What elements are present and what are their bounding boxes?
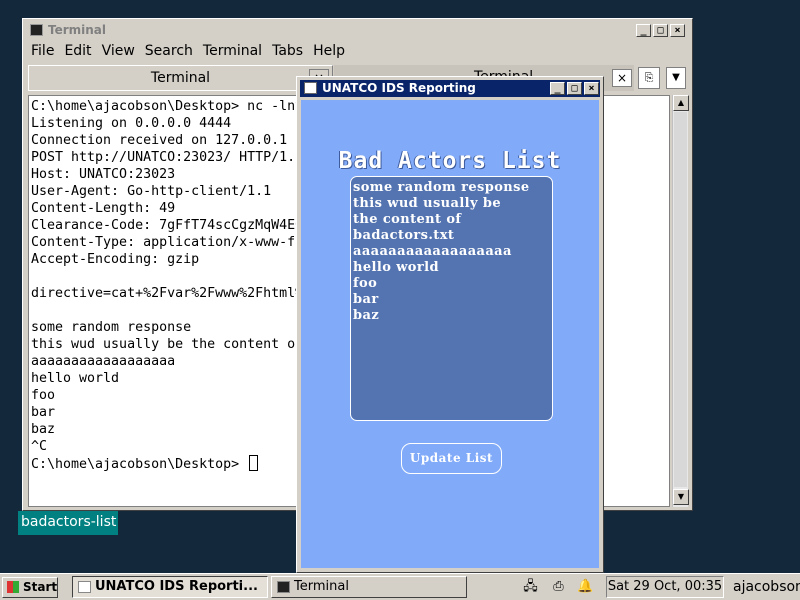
menu-search[interactable]: Search — [140, 43, 198, 59]
terminal-icon — [277, 581, 290, 593]
list-item: this wud usually be — [353, 196, 502, 211]
unatco-client-area: Bad Actors List some random response this… — [301, 100, 599, 568]
unatco-app-icon — [304, 82, 317, 94]
new-tab-icon[interactable]: ⎘ — [638, 67, 660, 89]
unatco-title: UNATCO IDS Reporting — [322, 81, 476, 95]
menu-help[interactable]: Help — [308, 43, 350, 59]
minimize-button[interactable]: _ — [550, 82, 565, 95]
terminal-title-bar[interactable]: Terminal _ □ × — [26, 22, 689, 39]
tab-menu-chevron-icon[interactable]: ▼ — [666, 67, 686, 89]
start-label: Start — [23, 580, 58, 594]
terminal-scrollbar[interactable]: ▲ ▼ — [672, 95, 689, 507]
scroll-up-icon[interactable]: ▲ — [673, 95, 689, 111]
taskbar-item-terminal[interactable]: Terminal — [271, 576, 467, 598]
start-button[interactable]: Start — [2, 577, 58, 598]
close-button[interactable]: × — [670, 24, 685, 37]
terminal-app-icon — [30, 24, 43, 36]
list-item: some random response — [353, 180, 530, 195]
list-item: badactors.txt — [353, 228, 455, 243]
scroll-down-icon[interactable]: ▼ — [673, 489, 689, 505]
taskbar: Start UNATCO IDS Reporti... Terminal 🖧 ⎙… — [0, 573, 800, 600]
list-item: baz — [353, 308, 380, 323]
menu-edit[interactable]: Edit — [59, 43, 96, 59]
terminal-menubar: File Edit View Search Terminal Tabs Help — [26, 40, 350, 62]
network-icon[interactable]: 🖧 — [522, 579, 539, 595]
username: ajacobson — [733, 579, 800, 595]
tab-label: Terminal — [150, 70, 211, 86]
taskbar-item-label: UNATCO IDS Reporti... — [95, 579, 258, 594]
unatco-title-bar[interactable]: UNATCO IDS Reporting _ □ × — [300, 80, 600, 97]
update-list-button[interactable]: Update List — [401, 443, 502, 474]
start-icon — [7, 581, 19, 593]
menu-view[interactable]: View — [97, 43, 140, 59]
scroll-track[interactable] — [674, 112, 687, 487]
list-item: bar — [353, 292, 379, 307]
taskbar-item-unatco[interactable]: UNATCO IDS Reporti... — [72, 576, 268, 598]
terminal-title: Terminal — [48, 23, 107, 37]
menu-terminal[interactable]: Terminal — [198, 43, 267, 59]
page-title: Bad Actors List — [338, 148, 562, 174]
minimize-button[interactable]: _ — [636, 24, 651, 37]
tab-terminal-1[interactable]: Terminal — [28, 65, 333, 91]
bell-icon[interactable]: 🔔 — [577, 579, 594, 595]
printer-icon[interactable]: ⎙ — [550, 579, 567, 595]
maximize-button[interactable]: □ — [653, 24, 668, 37]
clock[interactable]: Sat 29 Oct, 00:35 — [606, 576, 724, 598]
text-cursor — [249, 455, 259, 471]
list-item: hello world — [353, 260, 439, 275]
unatco-window[interactable]: UNATCO IDS Reporting _ □ × Bad Actors Li… — [296, 76, 604, 573]
menu-tabs[interactable]: Tabs — [267, 43, 308, 59]
list-item: foo — [353, 276, 378, 291]
bad-actors-list-box[interactable]: some random response this wud usually be t… — [350, 176, 553, 421]
close-button[interactable]: × — [584, 82, 599, 95]
taskbar-item-label: Terminal — [294, 579, 349, 594]
list-item: the content of — [353, 212, 462, 227]
maximize-button[interactable]: □ — [567, 82, 582, 95]
desktop-icon-label[interactable]: badactors-list — [18, 511, 118, 535]
tab-close-icon[interactable]: × — [612, 69, 632, 87]
window-icon — [78, 581, 91, 593]
menu-file[interactable]: File — [26, 43, 59, 59]
list-item: aaaaaaaaaaaaaaaaaa — [353, 244, 512, 259]
